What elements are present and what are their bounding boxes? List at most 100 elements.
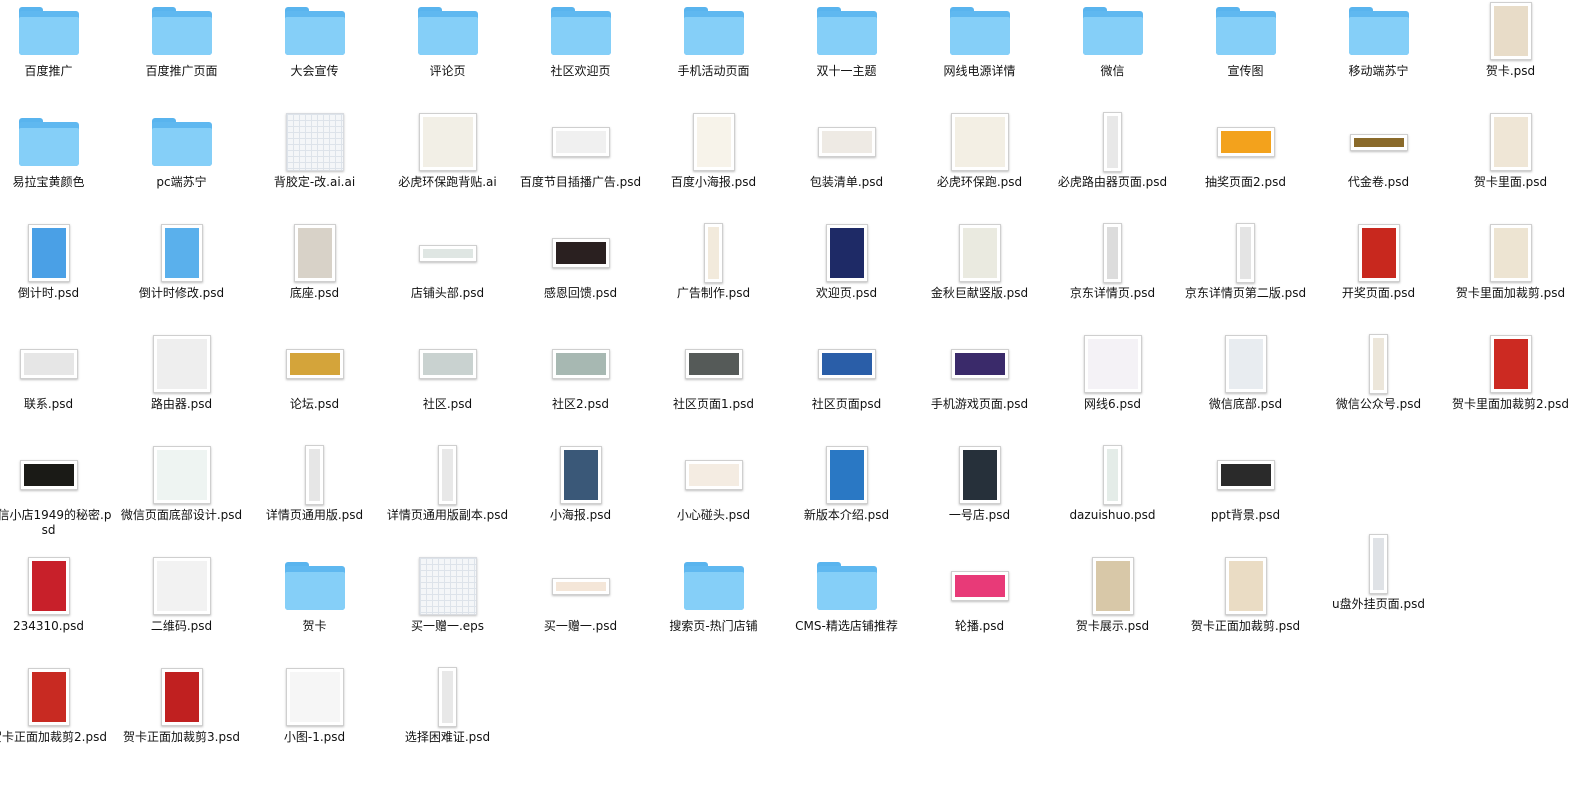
file-item[interactable]: 金秋巨献竖版.psd [913,223,1046,331]
file-item[interactable]: 代金卷.psd [1312,112,1445,220]
file-item[interactable]: 欢迎页.psd [780,223,913,331]
file-name-label: 小图-1.psd [283,730,346,744]
file-item[interactable]: 微信底部.psd [1179,334,1312,442]
file-item[interactable]: 联系.psd [0,334,115,442]
folder-item[interactable]: 大会宣传 [248,1,381,109]
file-item[interactable]: 广告制作.psd [647,223,780,331]
folder-item[interactable]: 微信 [1046,1,1179,109]
file-thumbnail [115,112,248,172]
folder-item[interactable]: 贺卡 [248,556,381,664]
folder-item[interactable]: 百度推广页面 [115,1,248,109]
file-name-label: 微信小店1949的秘密.psd [0,508,112,537]
file-thumbnail [115,1,248,61]
folder-item[interactable]: pc端苏宁 [115,112,248,220]
file-item[interactable]: 买一赠一.psd [514,556,647,664]
folder-item[interactable]: 评论页 [381,1,514,109]
image-preview-icon [1489,224,1532,282]
file-name-label: 手机游戏页面.psd [930,397,1029,411]
file-item[interactable]: 必虎环保跑.psd [913,112,1046,220]
file-item[interactable]: 京东详情页第二版.psd [1179,223,1312,331]
file-name-label: 京东详情页.psd [1069,286,1156,300]
file-item[interactable]: 百度节目插播广告.psd [514,112,647,220]
file-item[interactable]: 京东详情页.psd [1046,223,1179,331]
file-item[interactable]: 234310.psd [0,556,115,664]
folder-item[interactable]: 网线电源详情 [913,1,1046,109]
file-item[interactable]: 百度小海报.psd [647,112,780,220]
file-item[interactable]: 贺卡正面加裁剪3.psd [115,667,248,775]
file-item[interactable]: 手机游戏页面.psd [913,334,1046,442]
file-item[interactable]: 一号店.psd [913,445,1046,553]
file-item[interactable]: 轮播.psd [913,556,1046,664]
file-item[interactable]: 微信小店1949的秘密.psd [0,445,115,553]
file-item[interactable]: 贺卡正面加裁剪.psd [1179,556,1312,664]
file-name-label: 社区2.psd [552,397,609,411]
file-thumbnail [115,667,248,727]
file-item[interactable]: 路由器.psd [115,334,248,442]
file-thumbnail [381,112,514,172]
file-item[interactable]: 详情页通用版.psd [248,445,381,553]
file-item[interactable]: 社区.psd [381,334,514,442]
folder-item[interactable]: 移动端苏宁 [1312,1,1445,109]
file-item[interactable]: 包装清单.psd [780,112,913,220]
file-item[interactable]: 微信公众号.psd [1312,334,1445,442]
file-item[interactable]: 社区2.psd [514,334,647,442]
file-item[interactable]: ppt背景.psd [1179,445,1312,553]
file-name-label: 微信公众号.psd [1335,397,1422,411]
file-item[interactable]: 贺卡里面加裁剪2.psd [1444,334,1577,442]
file-name-label: 欢迎页.psd [815,286,878,300]
file-item[interactable]: 论坛.psd [248,334,381,442]
file-item[interactable]: 二维码.psd [115,556,248,664]
file-item[interactable]: 选择困难证.psd [381,667,514,775]
file-item[interactable]: 感恩回馈.psd [514,223,647,331]
file-item[interactable]: 贺卡展示.psd [1046,556,1179,664]
file-item[interactable]: 小心碰头.psd [647,445,780,553]
folder-item[interactable]: 宣传图 [1179,1,1312,109]
file-item[interactable]: 倒计时修改.psd [115,223,248,331]
file-item[interactable]: 买一赠一.eps [381,556,514,664]
file-name-label: 论坛.psd [289,397,340,411]
folder-item[interactable]: 社区欢迎页 [514,1,647,109]
file-item[interactable]: 贺卡里面.psd [1444,112,1577,220]
file-item[interactable]: 社区页面psd [780,334,913,442]
file-item[interactable]: 社区页面1.psd [647,334,780,442]
image-preview-icon [1369,534,1388,594]
file-item[interactable]: 倒计时.psd [0,223,115,331]
file-item[interactable]: 新版本介绍.psd [780,445,913,553]
file-item[interactable]: 抽奖页面2.psd [1179,112,1312,220]
file-item[interactable]: 背胶定-改.ai.ai [248,112,381,220]
file-item[interactable]: 小海报.psd [514,445,647,553]
file-thumbnail [115,445,248,505]
file-item[interactable]: 微信页面底部设计.psd [115,445,248,553]
folder-item[interactable]: 百度推广 [0,1,115,109]
file-name-label: ppt背景.psd [1210,508,1281,522]
file-item[interactable]: u盘外挂页面.psd [1312,534,1445,642]
file-name-label: 网线电源详情 [943,64,1016,78]
file-item[interactable]: 小图-1.psd [248,667,381,775]
folder-item[interactable]: 搜索页-热门店铺 [647,556,780,664]
file-item[interactable]: 开奖页面.psd [1312,223,1445,331]
file-name-label: 社区欢迎页 [550,64,611,78]
file-thumbnail [913,1,1046,61]
file-item[interactable]: 底座.psd [248,223,381,331]
image-preview-icon [152,557,211,615]
file-item[interactable]: 必虎环保跑背贴.ai [381,112,514,220]
file-item[interactable]: 贺卡里面加裁剪.psd [1444,223,1577,331]
file-item[interactable]: 详情页通用版副本.psd [381,445,514,553]
file-thumbnail [514,223,647,283]
file-name-label: 易拉宝黄颜色 [12,175,85,189]
file-item[interactable]: 贺卡正面加裁剪2.psd [0,667,115,775]
file-thumbnail [780,223,913,283]
folder-item[interactable]: 易拉宝黄颜色 [0,112,115,220]
file-item[interactable]: 必虎路由器页面.psd [1046,112,1179,220]
image-preview-icon [958,224,1001,282]
file-item[interactable]: 店铺头部.psd [381,223,514,331]
file-thumbnail [1444,223,1577,283]
file-thumbnail [0,223,115,283]
folder-item[interactable]: 手机活动页面 [647,1,780,109]
file-item[interactable]: dazuishuo.psd [1046,445,1179,553]
file-name-label: 京东详情页第二版.psd [1184,286,1307,300]
file-item[interactable]: 贺卡.psd [1444,1,1577,109]
folder-item[interactable]: 双十一主题 [780,1,913,109]
folder-item[interactable]: CMS-精选店铺推荐 [780,556,913,664]
file-item[interactable]: 网线6.psd [1046,334,1179,442]
